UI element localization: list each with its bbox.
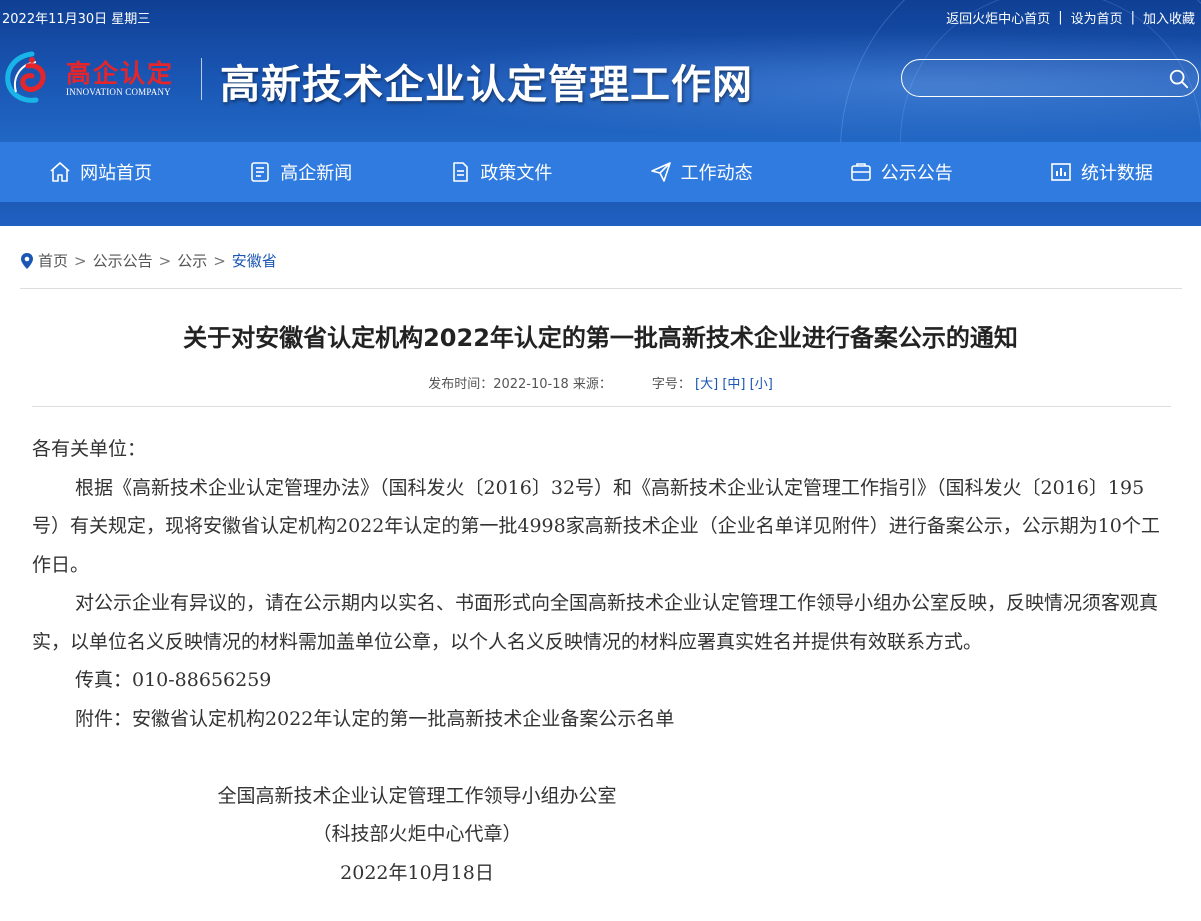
nav-item-statistics[interactable]: 统计数据 xyxy=(1001,142,1201,202)
breadcrumb-anhui[interactable]: 安徽省 xyxy=(232,250,277,271)
send-icon xyxy=(650,162,671,182)
font-size-medium[interactable]: [中] xyxy=(722,377,745,392)
paragraph: 根据《高新技术企业认定管理办法》（国科发火〔2016〕32号）和《高新技术企业认… xyxy=(32,476,1160,576)
link-set-homepage[interactable]: 设为首页 xyxy=(1071,8,1123,27)
breadcrumb-separator: > xyxy=(213,251,226,270)
home-icon xyxy=(50,162,70,182)
attachment: 附件：安徽省认定机构2022年认定的第一批高新技术企业备案公示名单 xyxy=(75,707,675,730)
nav-item-label: 工作动态 xyxy=(680,163,753,184)
font-size-label: 字号： xyxy=(651,377,691,392)
breadcrumb-notices[interactable]: 公示公告 xyxy=(93,250,153,271)
link-separator: | xyxy=(1130,10,1135,25)
logo-swirl-icon xyxy=(5,51,46,103)
logo-text-en: INNOVATION COMPANY xyxy=(66,87,171,97)
site-logo[interactable]: 高企认定 INNOVATION COMPANY xyxy=(2,48,202,108)
top-links: 返回火炬中心首页 | 设为首页 | 加入收藏 xyxy=(946,8,1195,27)
nav-item-label: 政策文件 xyxy=(480,163,553,184)
nav-underbar xyxy=(0,202,1201,226)
article-body: 各有关单位： 根据《高新技术企业认定管理办法》（国科发火〔2016〕32号）和《… xyxy=(32,430,1164,892)
search-input[interactable] xyxy=(918,66,1162,92)
nav-item-work-updates[interactable]: 工作动态 xyxy=(601,142,801,202)
signature-date: 2022年10月18日 xyxy=(340,861,494,884)
nav-item-label: 网站首页 xyxy=(80,163,153,184)
link-torch-center-home[interactable]: 返回火炬中心首页 xyxy=(946,8,1050,27)
font-size-large[interactable]: [大] xyxy=(695,377,718,392)
publish-date: 发布时间：2022-10-18 来源： xyxy=(428,377,612,392)
news-icon xyxy=(251,162,270,182)
notice-icon xyxy=(850,163,871,181)
breadcrumb-separator: > xyxy=(74,251,87,270)
chart-icon xyxy=(1051,163,1071,181)
fax: 传真：010-88656259 xyxy=(75,669,272,691)
main-nav: 网站首页 高企新闻 政策文件 工作动态 公示公告 统计数据 xyxy=(0,142,1201,202)
nav-item-news[interactable]: 高企新闻 xyxy=(200,142,400,202)
document-icon xyxy=(453,162,469,182)
signature-seal: （科技部火炬中心代章） xyxy=(312,823,522,845)
current-date: 2022年11月30日 星期三 xyxy=(2,12,151,27)
nav-item-label: 高企新闻 xyxy=(280,163,353,184)
location-pin-icon xyxy=(21,252,33,269)
divider xyxy=(32,406,1171,407)
divider xyxy=(20,288,1182,289)
article-meta: 发布时间：2022-10-18 来源： 字号： [大] [中] [小] xyxy=(0,373,1201,392)
link-separator: | xyxy=(1058,10,1063,25)
breadcrumb-home[interactable]: 首页 xyxy=(38,250,68,271)
nav-item-home[interactable]: 网站首页 xyxy=(0,142,200,202)
nav-item-notices[interactable]: 公示公告 xyxy=(801,142,1001,202)
signature-office: 全国高新技术企业认定管理工作领导小组办公室 xyxy=(217,784,617,807)
site-title: 高新技术企业认定管理工作网 xyxy=(220,61,753,108)
logo-divider xyxy=(201,58,202,100)
nav-item-policy[interactable]: 政策文件 xyxy=(400,142,600,202)
nav-item-label: 公示公告 xyxy=(880,163,953,184)
link-add-favorite[interactable]: 加入收藏 xyxy=(1143,8,1195,27)
breadcrumb: 首页 > 公示公告 > 公示 > 安徽省 xyxy=(20,250,277,271)
breadcrumb-publicity[interactable]: 公示 xyxy=(177,250,207,271)
nav-item-label: 统计数据 xyxy=(1080,163,1153,184)
search-box xyxy=(901,59,1199,97)
salutation: 各有关单位： xyxy=(32,438,147,460)
font-size-small[interactable]: [小] xyxy=(750,377,773,392)
article-title: 关于对安徽省认定机构2022年认定的第一批高新技术企业进行备案公示的通知 xyxy=(183,324,1018,352)
search-icon[interactable] xyxy=(1168,68,1190,90)
paragraph: 对公示企业有异议的，请在公示期内以实名、书面形式向全国高新技术企业认定管理工作领… xyxy=(32,592,1159,653)
logo-text-cn: 高企认定 xyxy=(66,59,175,88)
breadcrumb-separator: > xyxy=(158,251,172,270)
site-header: 2022年11月30日 星期三 返回火炬中心首页 | 设为首页 | 加入收藏 高… xyxy=(0,0,1201,142)
